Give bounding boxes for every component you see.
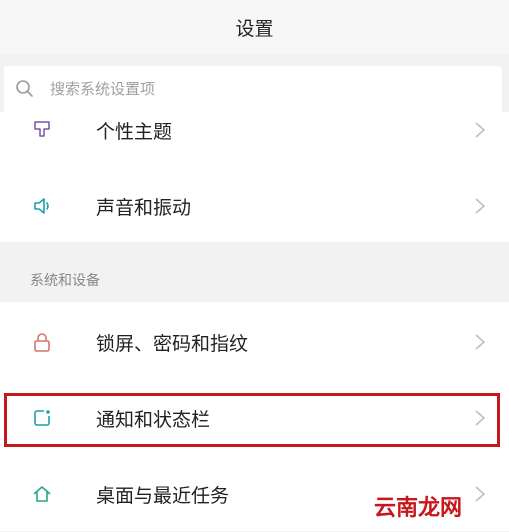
settings-row-label: 桌面与最近任务 — [96, 484, 230, 507]
chevron-right-icon — [475, 122, 486, 138]
settings-row-notifications[interactable]: 通知和状态栏 — [0, 380, 509, 456]
settings-row-lockscreen[interactable]: 锁屏、密码和指纹 — [0, 304, 509, 380]
page-title: 设置 — [235, 17, 274, 40]
settings-group-personal: 个性主题 声音和振动 — [0, 112, 509, 242]
settings-row-label: 声音和振动 — [96, 196, 192, 219]
settings-row-theme[interactable]: 个性主题 — [0, 92, 509, 168]
title-bar: 设置 — [0, 0, 509, 54]
settings-row-sound[interactable]: 声音和振动 — [0, 168, 509, 244]
chevron-right-icon — [475, 334, 486, 350]
chevron-right-icon — [475, 198, 486, 214]
theme-icon — [34, 121, 50, 137]
settings-row-label: 个性主题 — [96, 120, 173, 143]
home-icon — [33, 486, 51, 502]
speaker-icon — [34, 198, 49, 214]
settings-row-label: 通知和状态栏 — [96, 408, 211, 431]
chevron-right-icon — [475, 410, 486, 426]
chevron-right-icon — [475, 486, 486, 502]
section-header: 系统和设备 — [30, 273, 100, 289]
notification-icon — [34, 410, 50, 426]
watermark: 云南龙网 — [374, 496, 463, 521]
settings-row-label: 锁屏、密码和指纹 — [96, 332, 249, 355]
lock-icon — [34, 333, 50, 352]
